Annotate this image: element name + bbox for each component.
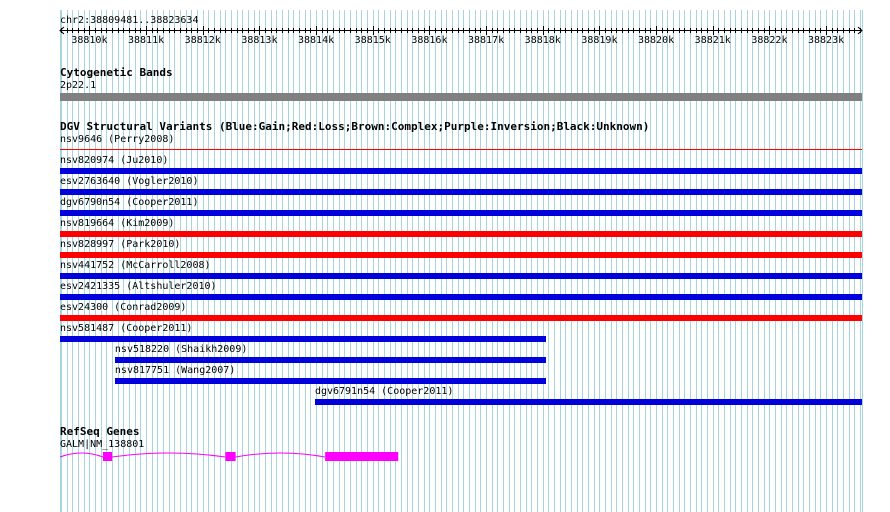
variant-bar-gain[interactable] [60,210,862,216]
variant-label: esv2763640 (Vogler2010) [60,176,199,187]
variant-label: nsv441752 (McCarroll2008) [60,260,211,271]
gene-intron [59,452,104,458]
ruler-tick-label: 38816k [411,35,448,46]
variant-label: nsv817751 (Wang2007) [114,365,236,376]
variant-bar-loss[interactable] [60,315,862,321]
variant-label: nsv819664 (Kim2009) [60,218,175,229]
variant-label: esv24300 (Conrad2009) [60,302,187,313]
variant-bar-gain[interactable] [60,189,862,195]
variant-bar-gain[interactable] [314,399,862,405]
variant-label: dgv6791n54 (Cooper2011) [314,386,454,397]
cytoband-name: 2p22.1 [60,80,97,91]
ruler-tick-label: 38815k [354,35,391,46]
gene-intron [112,452,226,458]
variant-label: esv2421335 (Altshuler2010) [60,281,217,292]
variant-label: nsv581487 (Cooper2011) [60,323,193,334]
variant-bar-gain[interactable] [60,273,862,279]
ruler-tick-label: 38820k [638,35,675,46]
variant-bar-gain[interactable] [60,336,546,342]
variant-bar-loss[interactable] [60,252,862,258]
variant-bar-loss[interactable] [60,149,862,150]
variant-label: dgv6790n54 (Cooper2011) [60,197,199,208]
gene-intron [235,452,326,458]
ruler-tick-label: 38810k [71,35,108,46]
gene-exon [325,452,399,461]
variant-bar-loss[interactable] [60,231,862,237]
cytoband-bar[interactable] [60,93,862,101]
variant-label: nsv518220 (Shaikh2009) [114,344,248,355]
variant-label: nsv828997 (Park2010) [60,239,181,250]
ruler-tick-label: 38813k [241,35,278,46]
ruler-tick-label: 38822k [751,35,788,46]
cytoband-track-title: Cytogenetic Bands [60,66,173,79]
gene-exon [225,452,236,461]
genome-browser-panel: chr2:38809481..38823634 38810k 38811k 3881… [0,0,890,512]
ruler-tick-label: 38811k [128,35,165,46]
variant-label: nsv9646 (Perry2008) [60,134,175,145]
refseq-track-title: RefSeq Genes [60,425,140,438]
dgv-track-title: DGV Structural Variants (Blue:Gain;Red:L… [60,120,650,133]
ruler-tick-label: 38821k [694,35,731,46]
variant-bar-gain[interactable] [114,357,547,363]
ruler-tick-label: 38814k [298,35,335,46]
variant-bar-gain[interactable] [60,168,862,174]
gene-exon [103,452,113,461]
variant-bar-gain[interactable] [60,294,862,300]
ruler-tick-label: 38819k [581,35,618,46]
ruler-tick-label: 38817k [468,35,505,46]
ruler-tick-label: 38823k [808,35,845,46]
gene-model-galm[interactable] [0,447,890,467]
variant-label: nsv820974 (Ju2010) [60,155,169,166]
variant-bar-gain[interactable] [114,378,547,384]
ruler-tick-label: 38818k [524,35,561,46]
ruler-tick-label: 38812k [184,35,221,46]
